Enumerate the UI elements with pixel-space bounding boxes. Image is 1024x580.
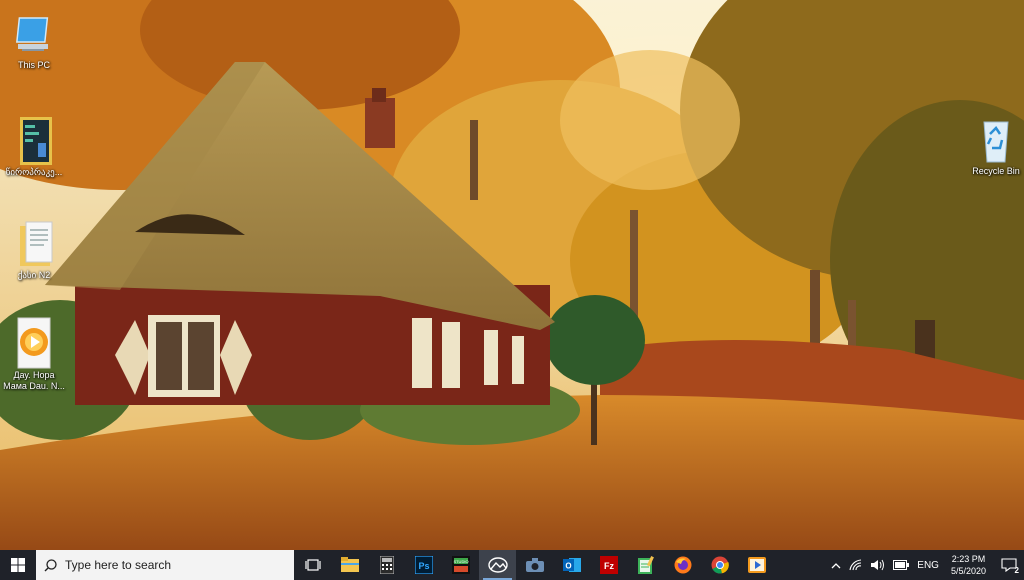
show-hidden-icons-button[interactable] [827,550,845,580]
desktop-icon-this-pc[interactable]: This PC [0,8,68,71]
wifi-icon [849,559,862,571]
outlook-label: O [565,562,571,571]
taskbar-app-filezilla[interactable]: Fz [590,550,627,580]
media-player-icon [747,557,766,573]
photoshop-label: Ps [418,561,429,571]
battery-icon [893,560,910,570]
filezilla-label: Fz [604,561,614,571]
taskbar-app-task-view[interactable] [294,550,331,580]
desktop-icon-label: Recycle Bin [972,166,1020,176]
taskbar-app-calculator[interactable] [368,550,405,580]
network-button[interactable] [845,550,867,580]
desktop-icon-folder[interactable]: ქასი N2 [0,218,68,281]
app-shortcut-icon [12,115,56,167]
desktop: This PC წიროპრაკე... ქასი N2 Дау. Нора М… [0,0,1024,580]
notification-count: 2 [1014,566,1019,575]
photos-icon [487,557,508,573]
folder-icon [340,557,359,572]
desktop-icon-shortcut[interactable]: წიროპრაკე... [0,115,68,178]
wallpaper [0,0,1024,580]
start-button[interactable] [0,550,36,580]
studio-label: STUDIO [453,559,468,564]
task-view-icon [304,559,321,571]
filezilla-icon: Fz [599,556,618,574]
clock-time: 2:23 PM [951,554,986,564]
taskbar-app-studio[interactable]: STUDIO [442,550,479,580]
outlook-icon: O [562,558,581,572]
desktop-icon-media-file[interactable]: Дау. Нора Мама Dau. N... [0,317,68,392]
taskbar: Type here to search Ps STUDIO O Fz ENG 2… [0,550,1024,580]
chrome-icon [711,556,729,574]
taskbar-app-file-explorer[interactable] [331,550,368,580]
monitor-icon [12,8,56,60]
camera-icon [525,558,544,572]
taskbar-app-media-player[interactable] [738,550,775,580]
notepad-icon [637,556,654,574]
chevron-up-icon [831,562,841,568]
taskbar-app-photoshop[interactable]: Ps [405,550,442,580]
search-icon [44,558,57,571]
desktop-icon-label: წიროპრაკე... [5,167,63,177]
taskbar-app-chrome[interactable] [701,550,738,580]
search-placeholder: Type here to search [65,558,172,572]
clock[interactable]: 2:23 PM 5/5/2020 [943,553,994,577]
desktop-icon-label: ქასი N2 [17,270,51,280]
volume-button[interactable] [867,550,889,580]
windows-logo-icon [11,558,25,572]
recycle-bin-icon [974,114,1018,166]
firefox-icon [674,556,691,574]
media-file-icon [12,317,56,370]
desktop-icon-label: Дау. Нора Мама Dau. N... [3,370,65,391]
photoshop-icon: Ps [414,556,433,574]
studio-icon: STUDIO [451,556,470,574]
clock-date: 5/5/2020 [950,566,986,576]
taskbar-app-camera[interactable] [516,550,553,580]
taskbar-app-firefox[interactable] [664,550,701,580]
taskbar-app-photos[interactable] [479,550,516,580]
language-indicator[interactable]: ENG [913,550,943,580]
battery-button[interactable] [889,550,913,580]
speaker-icon [871,559,885,571]
action-center-button[interactable]: 2 [994,550,1024,580]
system-tray: ENG 2:23 PM 5/5/2020 2 [827,550,1024,580]
taskbar-app-outlook[interactable]: O [553,550,590,580]
search-box[interactable]: Type here to search [36,550,294,580]
calculator-icon [379,556,394,574]
desktop-icon-label: This PC [17,60,50,70]
folder-icon [12,218,56,270]
taskbar-app-notepad[interactable] [627,550,664,580]
desktop-icon-recycle-bin[interactable]: Recycle Bin [962,114,1024,177]
